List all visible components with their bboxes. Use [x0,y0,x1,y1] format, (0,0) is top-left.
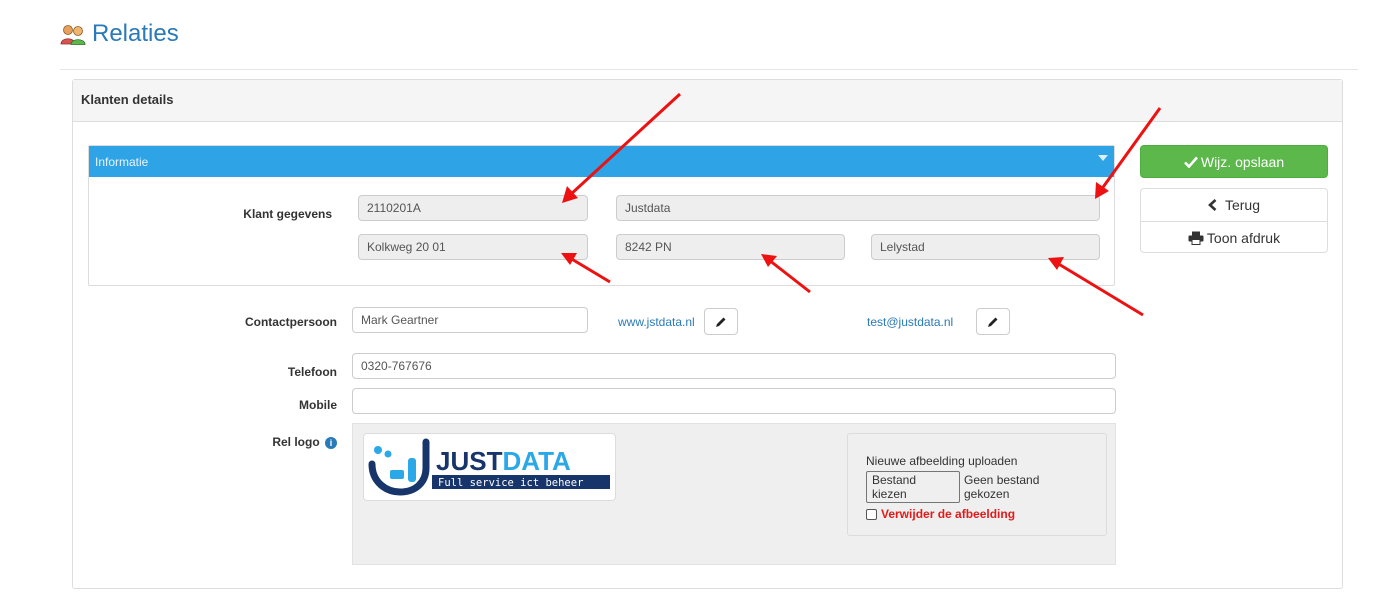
annotation-arrow [1099,107,1162,191]
annotation-arrow [569,256,611,284]
annotation-arrows [561,92,1162,317]
annotation-arrow-head [561,253,577,265]
annotation-arrow [568,92,682,197]
annotation-arrow-head [1048,257,1064,270]
annotation-arrow-head [1095,182,1109,199]
annotation-arrow [768,258,811,294]
annotation-arrow [1056,261,1144,317]
